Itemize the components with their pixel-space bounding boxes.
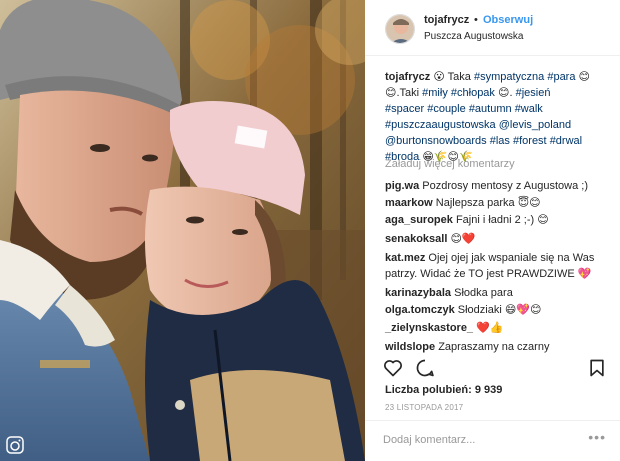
mention-link[interactable]: @levis_poland <box>499 119 571 131</box>
post-photo[interactable] <box>0 0 365 461</box>
comment: pig.wa Pozdrosy mentosy z Augustowa ;) <box>385 178 617 194</box>
hashtag-link[interactable]: #jesień <box>516 87 551 99</box>
post-header: tojafrycz • Obserwuj Puszcza Augustowska <box>365 0 620 56</box>
comment-username[interactable]: _zielynskastore_ <box>385 322 473 334</box>
comment: senakoksall 😊❤️ <box>385 231 617 247</box>
hashtag-link[interactable]: #spacer <box>385 103 424 115</box>
more-options-icon[interactable]: ••• <box>588 429 606 445</box>
comment: olga.tomczyk Słodziaki 😄💖😊 <box>385 302 617 318</box>
comment: _zielynskastore_ ❤️👍 <box>385 320 617 336</box>
caption-line: 😊.Taki #miły #chłopak 😊. #jesień <box>385 87 551 99</box>
caption-line: @burtonsnowboards #las #forest #drwal <box>385 133 613 149</box>
post-actions <box>365 353 620 383</box>
username[interactable]: tojafrycz <box>424 14 469 26</box>
caption-line: 😮 Taka #sympatyczna #para 😊 <box>433 71 590 83</box>
hashtag-link[interactable]: #puszczaaugustowska <box>385 119 496 131</box>
comment-text: Ojej ojej jak wspaniale się na Was <box>428 252 595 264</box>
comment-username[interactable]: aga_suropek <box>385 214 453 226</box>
hashtag-link[interactable]: #walk <box>515 103 543 115</box>
comment-username[interactable]: kat.mez <box>385 252 425 264</box>
hashtag-link[interactable]: #para <box>547 71 575 83</box>
hashtag-link[interactable]: #sympatyczna <box>474 71 544 83</box>
post-side-panel: tojafrycz • Obserwuj Puszcza Augustowska… <box>365 0 620 461</box>
comment-icon[interactable] <box>415 358 435 378</box>
comment-text: ❤️👍 <box>476 322 504 334</box>
hashtag-link[interactable]: #autumn <box>469 103 512 115</box>
hashtag-link[interactable]: #forest <box>513 135 547 147</box>
heart-icon[interactable] <box>383 358 403 378</box>
hashtag-link[interactable]: #chłopak <box>451 87 495 99</box>
comment-text-continued: patrzy. Widać że TO jest PRAWDZIWE 💖 <box>385 268 592 280</box>
comment-text: 😊❤️ <box>450 233 476 245</box>
follow-button[interactable]: Obserwuj <box>483 14 533 26</box>
avatar[interactable] <box>385 14 415 44</box>
comment-username[interactable]: maarkow <box>385 197 433 209</box>
caption-line: #puszczaaugustowska @levis_poland <box>385 117 613 133</box>
separator: • <box>474 14 478 26</box>
comment: wildslope Zapraszamy na czarny <box>385 339 617 353</box>
igtv-icon[interactable] <box>6 436 24 454</box>
hashtag-link[interactable]: #miły <box>422 87 448 99</box>
comment-text: Pozdrosy mentosy z Augustowa ;) <box>422 180 588 192</box>
comment-text: Fajni i ładni 2 ;-) 😊 <box>455 214 549 226</box>
comment-text: Słodka para <box>454 287 513 299</box>
comment: maarkow Najlepsza parka 😇😊 <box>385 195 617 211</box>
bookmark-icon[interactable] <box>587 358 607 378</box>
comment: aga_suropek Fajni i ładni 2 ;-) 😊 <box>385 212 617 228</box>
location[interactable]: Puszcza Augustowska <box>424 31 524 42</box>
comment-username[interactable]: wildslope <box>385 341 435 353</box>
comment: kat.mez Ojej ojej jak wspaniale się na W… <box>385 250 617 282</box>
comment-username[interactable]: senakoksall <box>385 233 447 245</box>
comments-list[interactable]: tojafrycz 😮 Taka #sympatyczna #para 😊 😊.… <box>365 57 620 353</box>
caption: tojafrycz 😮 Taka #sympatyczna #para 😊 😊.… <box>385 69 613 165</box>
comment: karinazybala Słodka para <box>385 285 617 301</box>
hashtag-link[interactable]: #las <box>490 135 510 147</box>
comment-username[interactable]: olga.tomczyk <box>385 304 455 316</box>
caption-line: #spacer #couple #autumn #walk <box>385 101 613 117</box>
mention-link[interactable]: @burtonsnowboards <box>385 135 487 147</box>
comment-text: Najlepsza parka 😇😊 <box>435 197 541 209</box>
hashtag-link[interactable]: #couple <box>427 103 466 115</box>
photo-illustration <box>0 0 365 461</box>
comment-text: Zapraszamy na czarny <box>438 341 550 353</box>
comment-username[interactable]: pig.wa <box>385 180 419 192</box>
likes-count[interactable]: Liczba polubień: 9 939 <box>385 384 502 396</box>
load-more-comments[interactable]: Załaduj więcej komentarzy <box>385 158 515 170</box>
caption-username[interactable]: tojafrycz <box>385 71 430 83</box>
comment-text: Słodziaki 😄💖😊 <box>457 304 542 316</box>
post-date: 23 listopada 2017 <box>385 403 464 412</box>
comment-username[interactable]: karinazybala <box>385 287 451 299</box>
add-comment-input[interactable]: Dodaj komentarz... <box>383 434 475 446</box>
add-comment-bar: Dodaj komentarz... ••• <box>365 420 620 461</box>
hashtag-link[interactable]: #drwal <box>550 135 582 147</box>
